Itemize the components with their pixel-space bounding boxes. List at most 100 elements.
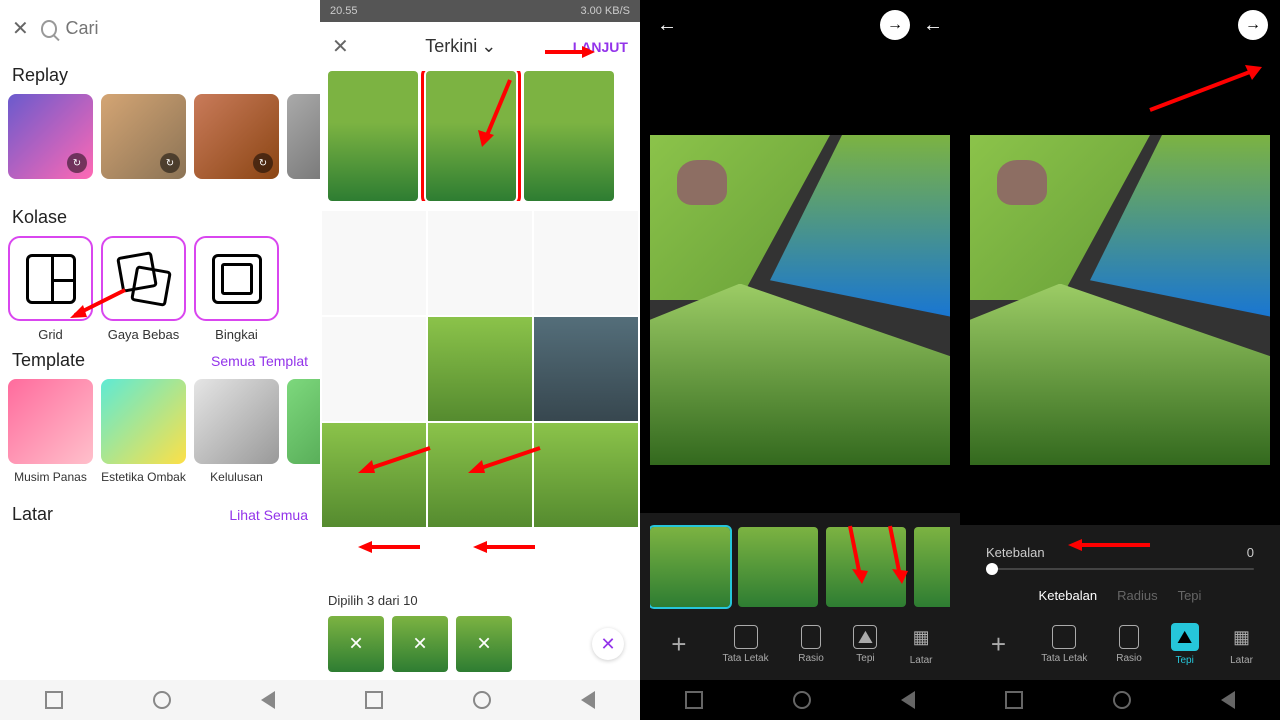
section-latar-title: Latar bbox=[12, 504, 53, 525]
photo-item[interactable] bbox=[534, 317, 638, 421]
tab-thickness[interactable]: Ketebalan bbox=[1039, 588, 1098, 603]
bottom-toolbar: Ketebalan 0 Ketebalan Radius Tepi + Tata… bbox=[960, 525, 1280, 680]
home-icon[interactable] bbox=[1113, 691, 1131, 709]
search-field[interactable] bbox=[41, 18, 308, 39]
search-icon bbox=[41, 20, 58, 38]
plus-icon: + bbox=[984, 631, 1012, 659]
panel-editor-border: → Ketebalan 0 Ketebalan Radius Tepi + T bbox=[960, 0, 1280, 720]
tab-edge[interactable]: Tepi bbox=[1178, 588, 1202, 603]
status-time: 20.55 bbox=[330, 5, 358, 17]
search-input[interactable] bbox=[65, 18, 308, 39]
tool-background[interactable]: ▦Latar bbox=[1228, 623, 1256, 666]
tool-background[interactable]: ▦Latar bbox=[907, 623, 935, 666]
selected-thumb[interactable]: ✕ bbox=[392, 616, 448, 672]
recent-apps-icon[interactable] bbox=[45, 691, 63, 709]
replay-item[interactable]: ↻ bbox=[101, 94, 186, 179]
selected-count: Dipilih 3 dari 10 bbox=[328, 593, 632, 608]
replay-row: ↻ ↻ ↻ bbox=[0, 94, 320, 179]
replay-item[interactable]: ↻ bbox=[194, 94, 279, 179]
tool-ratio[interactable]: Rasio bbox=[1116, 625, 1142, 664]
close-icon[interactable]: ✕ bbox=[332, 34, 349, 59]
home-icon[interactable] bbox=[793, 691, 811, 709]
annotation-arrow bbox=[540, 40, 600, 65]
kolase-frame[interactable]: Bingkai bbox=[194, 236, 279, 342]
back-arrow-icon[interactable]: ← bbox=[652, 10, 682, 40]
ratio-icon bbox=[801, 625, 821, 649]
photo-grid bbox=[320, 209, 640, 529]
close-icon[interactable]: ✕ bbox=[12, 16, 29, 41]
back-icon[interactable] bbox=[261, 691, 275, 709]
slider-track[interactable] bbox=[986, 568, 1254, 570]
selected-thumb[interactable]: ✕ bbox=[328, 616, 384, 672]
annotation-arrow bbox=[835, 521, 875, 591]
tab-radius[interactable]: Radius bbox=[1117, 588, 1157, 603]
panel-editor-layout: ← → ← + Tata Letak Rasio ⛰Tepi ▦Latar bbox=[640, 0, 960, 720]
remove-icon: ✕ bbox=[348, 634, 363, 655]
template-item[interactable]: Estetika Ombak bbox=[101, 379, 186, 484]
android-nav bbox=[640, 680, 960, 720]
recent-apps-icon[interactable] bbox=[365, 691, 383, 709]
annotation-arrow bbox=[470, 75, 520, 155]
clear-all-button[interactable]: ✕ bbox=[592, 628, 624, 660]
layout-option[interactable] bbox=[328, 71, 418, 201]
photo-item[interactable] bbox=[534, 211, 638, 315]
photo-item[interactable] bbox=[428, 317, 532, 421]
annotation-arrow bbox=[875, 521, 915, 591]
replay-item[interactable]: ↻ bbox=[8, 94, 93, 179]
latar-header: Latar Lihat Semua bbox=[0, 496, 320, 533]
all-templates-link[interactable]: Semua Templat bbox=[211, 353, 308, 369]
home-icon[interactable] bbox=[153, 691, 171, 709]
border-icon: ⛰ bbox=[1171, 623, 1199, 651]
selected-thumb[interactable]: ✕ bbox=[456, 616, 512, 672]
replay-item[interactable] bbox=[287, 94, 320, 179]
see-all-link[interactable]: Lihat Semua bbox=[229, 507, 308, 523]
play-icon: ↻ bbox=[253, 153, 273, 173]
undo-button[interactable]: → bbox=[880, 10, 910, 40]
preset-item[interactable] bbox=[914, 527, 950, 607]
collage-preview[interactable] bbox=[970, 135, 1270, 465]
play-icon: ↻ bbox=[67, 153, 87, 173]
photo-item[interactable] bbox=[428, 211, 532, 315]
redo-icon[interactable]: ← bbox=[918, 10, 948, 40]
add-button[interactable]: + bbox=[984, 631, 1012, 659]
back-icon[interactable] bbox=[1221, 691, 1235, 709]
photo-item[interactable] bbox=[322, 317, 426, 421]
tool-ratio[interactable]: Rasio bbox=[798, 625, 824, 664]
photo-item[interactable] bbox=[322, 211, 426, 315]
recent-apps-icon[interactable] bbox=[685, 691, 703, 709]
android-nav bbox=[320, 680, 640, 720]
annotation-arrow bbox=[1060, 535, 1160, 555]
canvas[interactable] bbox=[960, 100, 1280, 500]
layout-option[interactable] bbox=[524, 71, 614, 201]
layout-icon bbox=[1052, 625, 1076, 649]
preset-item[interactable] bbox=[650, 527, 730, 607]
template-item[interactable]: Musim Panas bbox=[8, 379, 93, 484]
bottom-toolbar: + Tata Letak Rasio ⛰Tepi ▦Latar bbox=[640, 513, 960, 680]
home-icon[interactable] bbox=[473, 691, 491, 709]
recent-apps-icon[interactable] bbox=[1005, 691, 1023, 709]
tool-border[interactable]: ⛰Tepi bbox=[853, 625, 877, 664]
annotation-arrow bbox=[460, 440, 550, 480]
back-icon[interactable] bbox=[581, 691, 595, 709]
preset-item[interactable] bbox=[738, 527, 818, 607]
annotation-arrow bbox=[65, 285, 135, 325]
slider-label: Ketebalan bbox=[986, 545, 1045, 560]
canvas[interactable] bbox=[640, 100, 960, 500]
tool-border[interactable]: ⛰Tepi bbox=[1171, 623, 1199, 666]
template-row: Musim Panas Estetika Ombak Kelulusan Li bbox=[0, 379, 320, 484]
remove-icon: ✕ bbox=[476, 634, 491, 655]
android-nav bbox=[960, 680, 1280, 720]
tool-layout[interactable]: Tata Letak bbox=[722, 625, 768, 664]
tool-layout[interactable]: Tata Letak bbox=[1041, 625, 1087, 664]
collage-preview[interactable] bbox=[650, 135, 950, 465]
back-icon[interactable] bbox=[901, 691, 915, 709]
album-dropdown[interactable]: Terkini⌄ bbox=[425, 36, 496, 57]
apply-button[interactable]: → bbox=[1238, 10, 1268, 40]
panel-home: ✕ Replay ↻ ↻ ↻ Kolase Grid Gaya Bebas Bi… bbox=[0, 0, 320, 720]
slider-thumb[interactable] bbox=[986, 563, 998, 575]
section-kolase-title: Kolase bbox=[0, 199, 320, 236]
editor-header: ← → ← bbox=[640, 0, 960, 50]
add-button[interactable]: + bbox=[665, 631, 693, 659]
annotation-arrow bbox=[350, 535, 430, 560]
template-item[interactable]: Kelulusan bbox=[194, 379, 279, 484]
